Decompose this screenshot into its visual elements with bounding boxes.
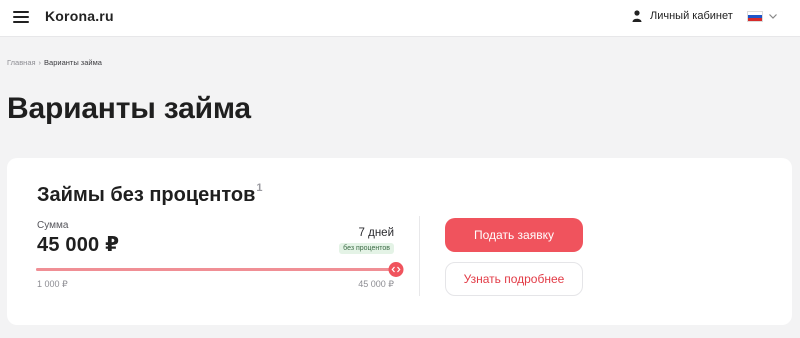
site-header: Korona.ru Личный кабинет: [0, 0, 800, 37]
amount-value: 45 000 ₽: [37, 234, 120, 256]
slider-max-label: 45 000 ₽: [358, 279, 394, 289]
site-logo[interactable]: Korona.ru: [45, 8, 114, 24]
amount-slider[interactable]: [36, 262, 404, 277]
language-selector[interactable]: [747, 10, 777, 22]
breadcrumb-home-link[interactable]: Главная: [7, 58, 36, 67]
personal-cabinet-label: Личный кабинет: [650, 10, 733, 22]
breadcrumb-current: Варианты займа: [44, 58, 102, 67]
chevron-down-icon: [769, 13, 777, 19]
personal-cabinet-link[interactable]: Личный кабинет: [632, 9, 733, 23]
learn-more-button[interactable]: Узнать подробнее: [445, 262, 583, 296]
loan-card: Займы без процентов1 Сумма 45 000 ₽ 7 дн…: [7, 158, 792, 325]
loan-term: 7 дней: [358, 227, 394, 239]
interest-free-badge: без процентов: [339, 243, 394, 254]
loan-card-title: Займы без процентов1: [37, 182, 263, 207]
slider-handle[interactable]: [388, 262, 404, 277]
breadcrumb-separator: ›: [38, 58, 42, 67]
amount-label: Сумма: [37, 220, 69, 231]
page-title: Варианты займа: [7, 92, 251, 125]
russian-flag-icon: [747, 10, 763, 22]
apply-button[interactable]: Подать заявку: [445, 218, 583, 252]
person-icon: [632, 10, 642, 22]
slider-min-label: 1 000 ₽: [37, 279, 68, 289]
slider-fill: [36, 268, 396, 271]
vertical-divider: [419, 216, 420, 296]
arrows-left-right-icon: [391, 266, 401, 273]
footnote-marker[interactable]: 1: [256, 182, 262, 194]
breadcrumb: Главная › Варианты займа: [7, 58, 102, 67]
hamburger-menu-icon[interactable]: [13, 11, 29, 23]
loan-card-title-text: Займы без процентов: [37, 184, 256, 206]
